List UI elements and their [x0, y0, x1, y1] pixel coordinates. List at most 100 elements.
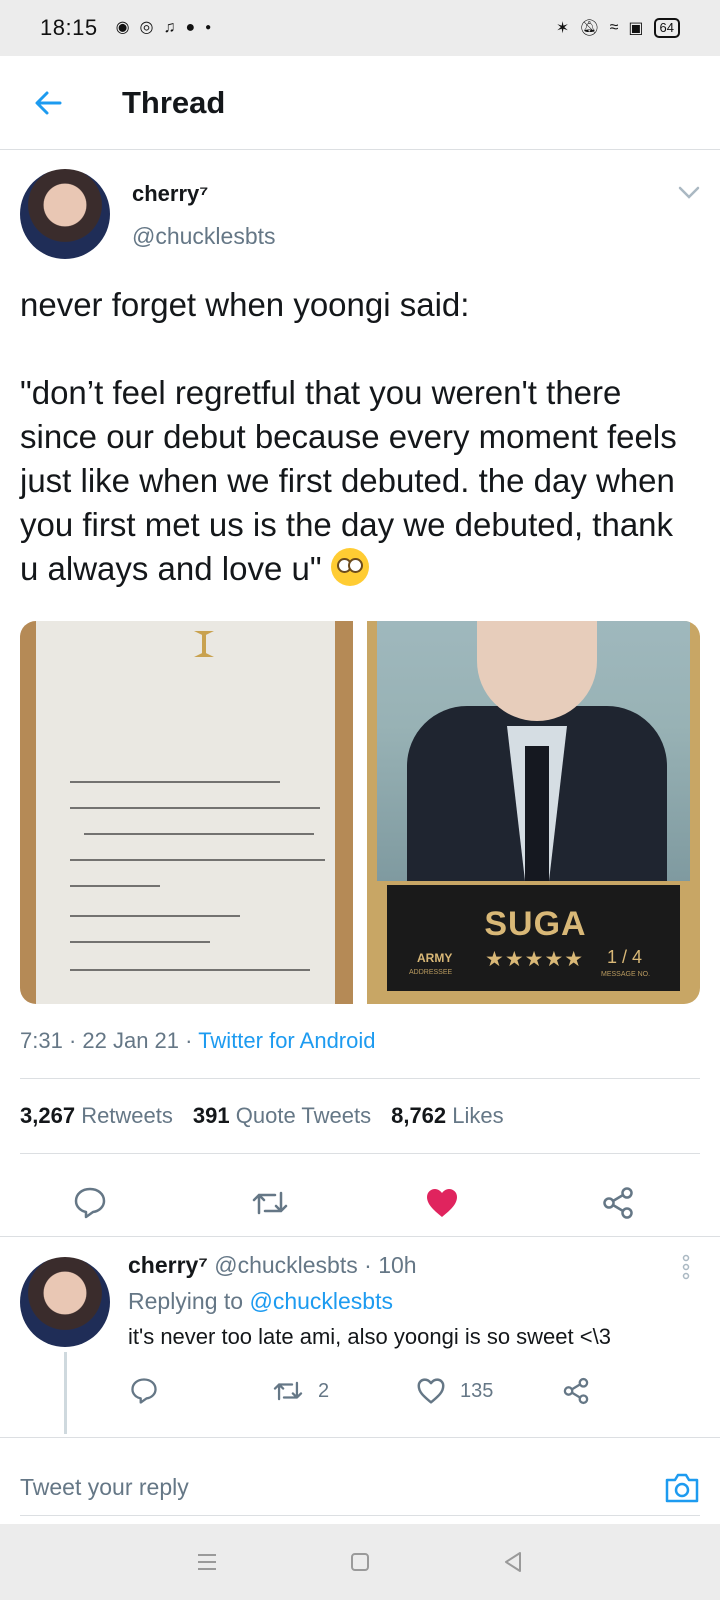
- handwriting-line: [70, 969, 310, 971]
- replying-to-mention[interactable]: @chucklesbts: [249, 1288, 393, 1314]
- author-name[interactable]: cherry⁷: [132, 181, 208, 207]
- tweet-text-line: never forget when yoongi said:: [20, 286, 470, 323]
- divider: [0, 1437, 720, 1438]
- divider: [0, 1236, 720, 1237]
- messenger-icon: ◎: [139, 19, 154, 36]
- reply-retweet-button[interactable]: 2: [272, 1369, 329, 1413]
- page-title: Thread: [122, 84, 226, 120]
- handwriting-line: [70, 781, 280, 783]
- replying-prefix: Replying to: [128, 1288, 244, 1314]
- reply-reply-button[interactable]: [130, 1369, 158, 1413]
- retweets-label: Retweets: [81, 1103, 173, 1128]
- system-icons: ✶ 🔕︎ ≈ ▣ 64: [556, 18, 680, 38]
- reply-text: it's never too late ami, also yoongi is …: [128, 1324, 611, 1349]
- reply-icon: [74, 1187, 106, 1219]
- tweet-image-photocard[interactable]: SUGA ARMY ADDRESSEE ★★★★★ 1 / 4 MESSAGE …: [367, 621, 700, 1004]
- tweet-image-letter[interactable]: [20, 621, 353, 1004]
- retweet-icon: [252, 1191, 288, 1215]
- retweets-stat[interactable]: 3,267 Retweets: [20, 1103, 173, 1129]
- bts-logo-icon: [194, 631, 214, 657]
- divider: [20, 1153, 700, 1154]
- wifi-icon: ≈: [609, 19, 619, 36]
- share-icon: [563, 1377, 589, 1405]
- reply-like-button[interactable]: 135: [416, 1369, 493, 1413]
- reply-button[interactable]: [60, 1173, 120, 1233]
- tweet-stats: 3,267 Retweets 391 Quote Tweets 8,762 Li…: [20, 1103, 504, 1129]
- quotes-label: Quote Tweets: [235, 1103, 372, 1128]
- battery-icon: 64: [653, 18, 680, 38]
- reply-header: cherry⁷ @chucklesbts · 10h: [128, 1252, 417, 1278]
- share-button[interactable]: [588, 1173, 648, 1233]
- reply-actions: 2 135: [0, 1369, 720, 1413]
- status-time: 18:15: [40, 15, 98, 40]
- tweet-meta: 7:31 · 22 Jan 21 · Twitter for Android: [20, 1028, 376, 1053]
- back-button[interactable]: [0, 56, 96, 150]
- author-handle[interactable]: @chucklesbts: [132, 223, 276, 250]
- notification-icons: ◉ ◎ ♫ ● ●: [116, 20, 212, 36]
- camera-icon[interactable]: [664, 1472, 700, 1504]
- heart-outline-icon: [417, 1378, 445, 1404]
- chevron-down-icon[interactable]: [678, 186, 700, 200]
- likes-stat[interactable]: 8,762 Likes: [391, 1103, 504, 1129]
- retweet-button[interactable]: [240, 1173, 300, 1233]
- likes-count: 8,762: [391, 1103, 447, 1128]
- mute-icon: 🔕︎: [579, 20, 600, 37]
- tweet-source-link[interactable]: Twitter for Android: [198, 1028, 375, 1053]
- tweet-quote: "don’t feel regretful that you weren't t…: [20, 371, 700, 591]
- handwriting-line: [70, 807, 320, 809]
- reply-author-avatar[interactable]: [20, 1257, 110, 1347]
- handwritten-letter-card: [36, 621, 335, 1004]
- sim-icon: ▣: [628, 20, 644, 37]
- heart-filled-icon: [427, 1189, 457, 1217]
- bluetooth-icon: ✶: [555, 20, 570, 37]
- more-options-icon[interactable]: [680, 1254, 692, 1280]
- reply-like-count: 135: [460, 1379, 494, 1402]
- back-arrow-icon: [35, 91, 62, 114]
- app-header: Thread: [0, 56, 720, 150]
- status-bar: 18:15 ◉ ◎ ♫ ● ● ✶ 🔕︎ ≈ ▣ 64: [0, 0, 720, 56]
- tweet-actions: [0, 1173, 720, 1233]
- retweets-count: 3,267: [20, 1103, 76, 1128]
- handwriting-line: [70, 885, 160, 887]
- handwriting-line: [70, 915, 240, 917]
- reddit-icon: ●: [185, 19, 196, 36]
- reply-share-button[interactable]: [562, 1369, 590, 1413]
- handwriting-line: [84, 833, 314, 835]
- menu-nav-icon[interactable]: [196, 1552, 218, 1572]
- reply-age: 10h: [378, 1252, 417, 1278]
- photo-tie: [525, 746, 549, 881]
- tiktok-icon: ♫: [163, 19, 176, 36]
- tweet-text: never forget when yoongi said: "don’t fe…: [20, 283, 700, 591]
- photocard-nameplate: SUGA ARMY ADDRESSEE ★★★★★ 1 / 4 MESSAGE …: [385, 883, 682, 993]
- share-icon: [603, 1187, 633, 1219]
- photocard-photo: [377, 621, 690, 881]
- handwriting-line: [70, 859, 325, 861]
- home-nav-icon[interactable]: [350, 1552, 370, 1572]
- like-button[interactable]: [412, 1173, 472, 1233]
- reply-author-handle[interactable]: @chucklesbts: [214, 1252, 358, 1278]
- reply-composer[interactable]: Tweet your reply: [20, 1460, 700, 1516]
- card-army: ARMY: [417, 951, 453, 965]
- back-nav-icon[interactable]: [502, 1551, 524, 1573]
- retweet-icon: [273, 1381, 303, 1401]
- discord-icon: ◉: [115, 19, 130, 36]
- reply-retweet-count: 2: [318, 1379, 330, 1402]
- tweet-date: 22 Jan 21: [82, 1028, 180, 1053]
- card-number: 1 / 4: [607, 947, 643, 967]
- system-nav-bar: [0, 1524, 720, 1600]
- card-message-no: MESSAGE NO.: [601, 971, 651, 978]
- replying-to: Replying to @chucklesbts: [128, 1288, 393, 1315]
- reply-author-name[interactable]: cherry⁷: [128, 1252, 208, 1278]
- likes-label: Likes: [452, 1103, 504, 1128]
- dot-icon: ●: [205, 22, 212, 33]
- reply-icon: [131, 1378, 157, 1404]
- card-stars: ★★★★★: [485, 948, 585, 971]
- author-avatar[interactable]: [20, 169, 110, 259]
- handwriting-line: [70, 941, 210, 943]
- quotes-stat[interactable]: 391 Quote Tweets: [193, 1103, 371, 1129]
- tweet-time: 7:31: [20, 1028, 63, 1053]
- rolling-eyes-emoji-icon: [330, 548, 369, 586]
- card-name: SUGA: [484, 905, 587, 943]
- divider: [20, 1078, 700, 1079]
- reply-input-placeholder[interactable]: Tweet your reply: [20, 1474, 189, 1501]
